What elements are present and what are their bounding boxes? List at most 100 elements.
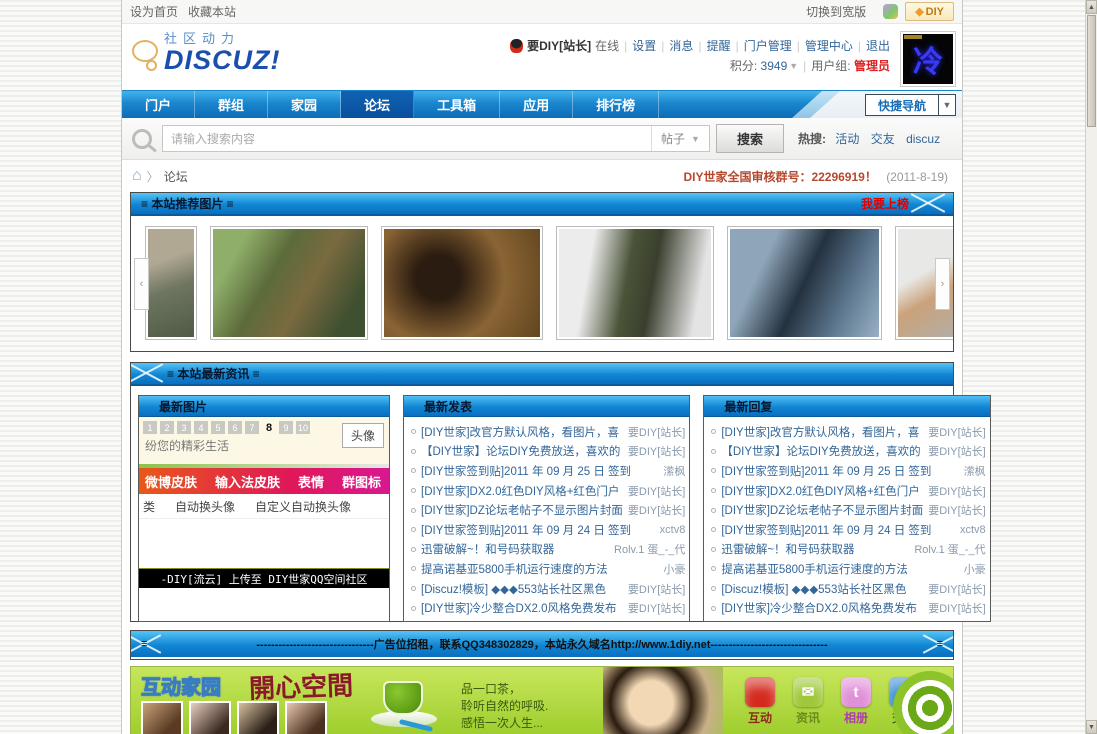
quick-nav-button[interactable]: 快捷导航 ▼	[864, 94, 956, 116]
reply-title[interactable]: 提高诺基亚5800手机运行速度的方法	[721, 561, 958, 577]
reply-title[interactable]: [DIY世家签到贴]2011 年 09 月 25 日 签到	[721, 463, 958, 479]
reply-author[interactable]: xctv8	[955, 524, 986, 536]
feature-interact[interactable]: 互动	[743, 677, 777, 726]
carousel-photo[interactable]	[727, 225, 882, 340]
post-author[interactable]: Rolv.1 蛋_-_代	[609, 541, 685, 557]
post-title[interactable]: [DIY世家签到贴]2011 年 09 月 25 日 签到	[421, 463, 658, 479]
nav-item-groups[interactable]: 群组	[195, 91, 269, 118]
menu-emoticon[interactable]: 表情	[298, 472, 324, 491]
widescreen-link[interactable]: 切换到宽版	[806, 3, 866, 20]
breadcrumb-forum[interactable]: 论坛	[164, 168, 188, 185]
scroll-down-button[interactable]: ▼	[1086, 720, 1097, 734]
menu-group-icon[interactable]: 群图标	[342, 472, 381, 491]
post-title[interactable]: [DIY世家]改官方默认风格，看图片，喜	[421, 424, 623, 440]
admin-center-link[interactable]: 管理中心	[805, 36, 853, 56]
submenu-custom-auto-avatar[interactable]: 自定义自动换头像	[255, 498, 351, 515]
reply-title[interactable]: [DIY世家]冷少整合DX2.0风格免费发布	[721, 600, 923, 616]
settings-link[interactable]: 设置	[632, 36, 656, 56]
reminders-link[interactable]: 提醒	[707, 36, 731, 56]
avatar-tab-button[interactable]: 头像	[341, 423, 384, 448]
site-logo[interactable]: 社区动力 DISCUZ!	[130, 32, 281, 74]
reply-author[interactable]: 要DIY[站长]	[923, 443, 985, 459]
credits-value[interactable]: 3949	[761, 56, 788, 76]
scrollbar-thumb[interactable]	[1087, 15, 1096, 127]
home-icon[interactable]: ⌂	[132, 167, 142, 185]
post-author[interactable]: 要DIY[站长]	[623, 502, 685, 518]
post-author[interactable]: xctv8	[655, 524, 686, 536]
reply-author[interactable]: Rolv.1 蛋_-_代	[909, 541, 985, 557]
page-number[interactable]: 9	[279, 421, 293, 434]
skin-switch-icon[interactable]	[883, 4, 899, 19]
reply-author[interactable]: 小豪	[959, 561, 986, 577]
page-number[interactable]: 10	[296, 421, 310, 434]
page-number[interactable]: 6	[228, 421, 242, 434]
reply-author[interactable]: 要DIY[站长]	[923, 581, 985, 597]
carousel-photo[interactable]	[381, 225, 543, 340]
scroll-up-button[interactable]: ▲	[1086, 0, 1097, 14]
rank-me-link[interactable]: 我要上榜	[861, 195, 909, 212]
search-input[interactable]	[162, 125, 710, 152]
hot-link-friends[interactable]: 交友	[871, 132, 895, 146]
post-title[interactable]: [DIY世家]DZ论坛老帖子不显示图片封面	[421, 502, 623, 518]
menu-ime-skin[interactable]: 输入法皮肤	[215, 472, 280, 491]
reply-author[interactable]: 要DIY[站长]	[923, 424, 985, 440]
search-button[interactable]: 搜索	[716, 124, 784, 153]
feature-news[interactable]: ✉ 资讯	[791, 677, 825, 726]
chevron-down-icon[interactable]: ▼	[789, 56, 798, 76]
messages-link[interactable]: 消息	[669, 36, 693, 56]
avatar[interactable]: 冷	[900, 31, 956, 87]
nav-item-home[interactable]: 家园	[268, 91, 342, 118]
reply-author[interactable]: 要DIY[站长]	[923, 502, 985, 518]
reply-author[interactable]: 潆枫	[959, 463, 986, 479]
post-title[interactable]: 提高诺基亚5800手机运行速度的方法	[421, 561, 658, 577]
chevron-down-icon[interactable]: ▼	[938, 95, 955, 115]
menu-weibo-skin[interactable]: 微博皮肤	[145, 472, 197, 491]
page-number[interactable]: 7	[245, 421, 259, 434]
page-number[interactable]: 5	[211, 421, 225, 434]
search-scope-dropdown[interactable]: 帖子 ▼	[651, 126, 709, 151]
username-link[interactable]: 要DIY[站长]	[527, 36, 591, 56]
post-author[interactable]: 小豪	[658, 561, 685, 577]
set-home-link[interactable]: 设为首页	[130, 3, 178, 20]
bookmark-link[interactable]: 收藏本站	[188, 3, 236, 20]
nav-item-ranking[interactable]: 排行榜	[573, 91, 660, 118]
ad-banner-text[interactable]: --------------------------------广告位招租，联系…	[159, 636, 924, 652]
nav-item-toolbox[interactable]: 工具箱	[414, 91, 501, 118]
post-author[interactable]: 要DIY[站长]	[623, 443, 685, 459]
page-number-current[interactable]: 8	[262, 421, 276, 434]
hot-link-activity[interactable]: 活动	[835, 132, 859, 146]
post-author[interactable]: 要DIY[站长]	[623, 483, 685, 499]
submenu-auto-avatar[interactable]: 自动换头像	[175, 498, 235, 515]
nav-item-apps[interactable]: 应用	[500, 91, 574, 118]
post-title[interactable]: [DIY世家]冷少整合DX2.0风格免费发布	[421, 600, 623, 616]
feature-album[interactable]: t 相册	[839, 677, 873, 726]
portal-admin-link[interactable]: 门户管理	[744, 36, 792, 56]
nav-item-portal[interactable]: 门户	[122, 91, 196, 118]
reply-title[interactable]: [DIY世家签到贴]2011 年 09 月 24 日 签到	[721, 522, 955, 538]
submenu-category[interactable]: 类	[143, 498, 155, 515]
post-author[interactable]: 要DIY[站长]	[623, 424, 685, 440]
post-author[interactable]: 潆枫	[658, 463, 685, 479]
carousel-photo[interactable]	[210, 225, 368, 340]
logout-link[interactable]: 退出	[866, 36, 890, 56]
reply-title[interactable]: 【DIY世家】论坛DIY免费放送，喜欢的	[721, 443, 923, 459]
promo-ad-banner[interactable]: 互动家园 開心空間 品一口茶， 聆听自然的呼吸. 感悟一次人生... 互动 ✉	[130, 666, 954, 734]
post-title[interactable]: [Discuz!模板] ◆◆◆553站长社区黑色	[421, 581, 623, 597]
page-number[interactable]: 3	[177, 421, 191, 434]
reply-title[interactable]: [DIY世家]改官方默认风格，看图片，喜	[721, 424, 923, 440]
diy-button[interactable]: ◆ DIY	[905, 2, 954, 21]
reply-author[interactable]: 要DIY[站长]	[923, 600, 985, 616]
post-title[interactable]: [DIY世家]DX2.0红色DIY风格+红色门户	[421, 483, 623, 499]
carousel-next-button[interactable]: ›	[935, 258, 950, 310]
site-notice-link[interactable]: DIY世家全国审核群号：22296919！	[683, 170, 876, 184]
carousel-photo[interactable]	[145, 225, 197, 340]
carousel-photo[interactable]	[556, 225, 714, 340]
reply-title[interactable]: [DIY世家]DZ论坛老帖子不显示图片封面	[721, 502, 923, 518]
post-title[interactable]: 迅雷破解~！和号码获取器	[421, 541, 609, 557]
vertical-scrollbar[interactable]: ▲ ▼	[1085, 0, 1097, 734]
hot-link-discuz[interactable]: discuz	[906, 132, 940, 146]
page-number[interactable]: 2	[160, 421, 174, 434]
post-title[interactable]: [DIY世家签到贴]2011 年 09 月 24 日 签到	[421, 522, 655, 538]
reply-title[interactable]: [DIY世家]DX2.0红色DIY风格+红色门户	[721, 483, 923, 499]
page-number[interactable]: 1	[143, 421, 157, 434]
